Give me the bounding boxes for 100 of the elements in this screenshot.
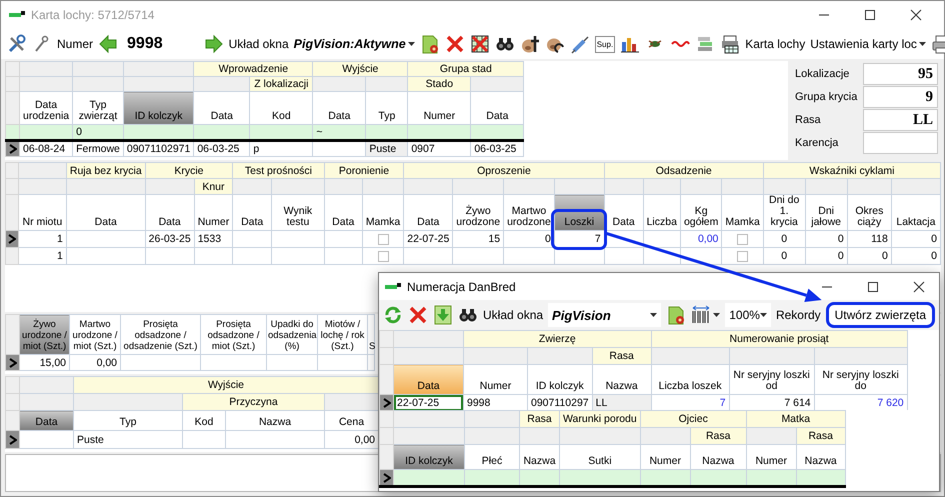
column-header[interactable]: Liczba — [643, 194, 680, 230]
row-header[interactable] — [6, 230, 18, 248]
layout-dropdown[interactable]: PigVision — [548, 303, 662, 327]
column-width-button[interactable] — [691, 305, 720, 325]
delete-icon[interactable] — [444, 34, 465, 54]
column-header[interactable]: Sutki — [560, 444, 640, 470]
column-header[interactable]: Martwo urodzone — [504, 194, 554, 230]
layout-settings-icon[interactable] — [420, 34, 440, 54]
column-header[interactable]: Data — [604, 194, 644, 230]
column-header[interactable]: Data — [145, 194, 194, 230]
column-header[interactable]: Data — [232, 194, 272, 230]
column-header[interactable]: Kg ogółem — [680, 194, 722, 230]
column-header[interactable]: Mamka — [362, 194, 404, 230]
column-header[interactable]: Nr miotu — [18, 194, 66, 230]
column-header[interactable]: Typ zwierząt — [72, 92, 124, 124]
value-field[interactable]: 95 — [863, 63, 938, 85]
checkbox[interactable] — [737, 234, 748, 244]
column-header[interactable]: Nr seryjny loszki do — [814, 364, 908, 394]
card-button[interactable]: Karta lochy — [745, 37, 806, 51]
column-header[interactable]: Dni do 1. krycia — [763, 194, 806, 230]
column-header[interactable]: Typ — [366, 92, 408, 124]
column-header[interactable]: Numer — [746, 444, 796, 470]
layout-button[interactable]: Układ okna — [483, 308, 544, 322]
sup-button[interactable]: Sup. — [594, 36, 616, 52]
layout-button[interactable]: Układ okna — [228, 37, 289, 51]
column-header[interactable]: ID kolczyk — [528, 364, 592, 394]
column-header[interactable]: Nazwa — [520, 444, 560, 470]
close-icon[interactable] — [910, 9, 922, 21]
column-header[interactable]: Laktacja — [891, 194, 940, 230]
caret-icon[interactable] — [408, 42, 415, 46]
checkbox[interactable] — [378, 250, 389, 262]
layout-settings-icon[interactable] — [666, 305, 686, 325]
row-header[interactable] — [6, 124, 20, 140]
column-header[interactable]: Cena — [324, 410, 378, 430]
column-header[interactable]: Numer — [194, 194, 233, 230]
checkbox[interactable] — [378, 234, 389, 244]
column-header[interactable]: Data urodzenia — [20, 92, 73, 124]
column-header[interactable]: Data — [20, 410, 74, 430]
column-header[interactable]: Data — [470, 92, 524, 124]
column-header[interactable]: Okres ciąży — [847, 194, 892, 230]
settings-dropdown[interactable]: Ustawienia karty loc — [810, 37, 926, 51]
checkbox[interactable] — [737, 250, 748, 262]
animal-cross-icon[interactable] — [520, 34, 540, 54]
zoom-dropdown[interactable]: 100% — [725, 303, 771, 327]
value-field[interactable]: LL — [863, 109, 938, 131]
column-header[interactable]: Nr seryjny loszki od — [729, 364, 814, 394]
maximize-icon[interactable] — [864, 9, 876, 21]
delete-icon[interactable] — [408, 305, 428, 325]
syringe-icon[interactable] — [570, 34, 590, 54]
column-header[interactable]: Typ — [74, 410, 182, 430]
column-header[interactable]: Kod — [182, 410, 226, 430]
row-header[interactable] — [6, 354, 20, 370]
column-header[interactable]: Nazwa — [796, 444, 846, 470]
column-header[interactable]: Dni jałowe — [805, 194, 848, 230]
value-field[interactable] — [863, 132, 938, 154]
column-header[interactable]: Żywo urodzone / miot (Szt.) — [20, 314, 70, 354]
column-header[interactable]: Data — [324, 194, 362, 230]
column-header[interactable]: Data — [312, 92, 366, 124]
printer-icon[interactable] — [930, 34, 945, 54]
column-header[interactable]: Data — [404, 194, 453, 230]
row-header[interactable] — [6, 430, 20, 448]
column-header[interactable]: Mamka — [722, 194, 764, 230]
records-button[interactable]: Rekordy — [776, 308, 821, 322]
caret-icon[interactable] — [918, 42, 926, 46]
arrow-right-icon[interactable] — [204, 34, 224, 54]
column-header[interactable]: Płeć — [464, 444, 520, 470]
grid-delete-icon[interactable] — [470, 34, 490, 54]
table-cell[interactable]: 22-07-25 — [394, 394, 464, 410]
print-grid-icon[interactable] — [720, 34, 740, 54]
column-header[interactable]: Numer — [408, 92, 471, 124]
column-header[interactable]: Numer — [464, 364, 528, 394]
row-header[interactable] — [380, 394, 394, 410]
column-header[interactable]: ID kolczyk — [123, 92, 194, 124]
column-header[interactable]: Data — [394, 364, 464, 394]
download-icon[interactable] — [433, 305, 453, 325]
refresh-icon[interactable] — [383, 305, 403, 325]
column-header[interactable]: Data — [66, 194, 146, 230]
close-icon[interactable] — [913, 280, 925, 292]
column-header[interactable]: Data — [194, 92, 250, 124]
column-header[interactable]: Nazwa — [592, 364, 652, 394]
column-header[interactable]: Miotów / lochę / rok (Szt.) — [318, 314, 368, 354]
layout-dropdown[interactable]: PigVision:Aktywne — [294, 37, 415, 51]
column-header[interactable]: Martwo urodzone / miot (Szt.) — [70, 314, 120, 354]
create-animals-button[interactable]: Utwórz zwierzęta — [826, 302, 935, 328]
column-header[interactable]: ID kolczyk — [394, 444, 464, 470]
column-header[interactable]: Prosięta odsadzone / miot (Szt.) — [200, 314, 266, 354]
column-header[interactable]: Nazwa — [226, 410, 324, 430]
maximize-icon[interactable] — [867, 280, 879, 292]
column-header[interactable]: Upadki do odsadzenia (%) — [266, 314, 318, 354]
arrow-left-icon[interactable] — [98, 34, 118, 54]
column-header[interactable]: Prosięta odsadzone / odsadzenie (Szt.) — [120, 314, 200, 354]
column-header[interactable]: Nazwa — [690, 444, 746, 470]
tools-icon[interactable] — [7, 34, 27, 54]
column-header[interactable]: Numer — [640, 444, 690, 470]
column-header[interactable]: Żywo urodzone — [452, 194, 504, 230]
column-header[interactable]: Wynik testu — [272, 194, 324, 230]
value-field[interactable]: 9 — [863, 86, 938, 108]
column-header[interactable]: Kod — [250, 92, 313, 124]
row-header[interactable] — [380, 470, 394, 486]
column-header[interactable]: Liczba loszek — [651, 364, 730, 394]
